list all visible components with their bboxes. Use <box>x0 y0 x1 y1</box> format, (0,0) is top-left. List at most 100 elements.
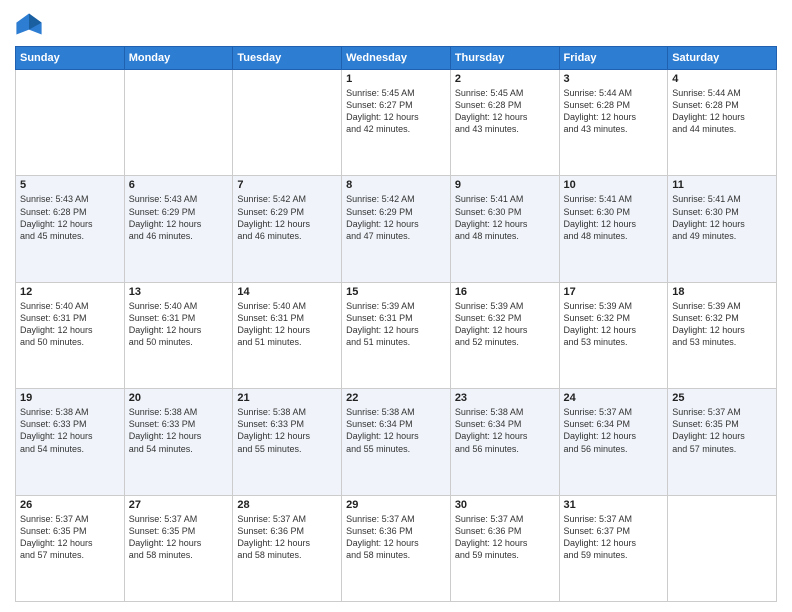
calendar-cell <box>124 70 233 176</box>
day-info: Sunrise: 5:39 AM Sunset: 6:32 PM Dayligh… <box>564 300 664 349</box>
day-info: Sunrise: 5:37 AM Sunset: 6:35 PM Dayligh… <box>20 513 120 562</box>
day-header-sunday: Sunday <box>16 47 125 70</box>
week-row-4: 19 Sunrise: 5:38 AM Sunset: 6:33 PM Dayli… <box>16 389 777 495</box>
calendar-cell: 29Sunrise: 5:37 AM Sunset: 6:36 PM Dayli… <box>342 495 451 601</box>
calendar-cell: 13 Sunrise: 5:40 AM Sunset: 6:31 PM Dayli… <box>124 282 233 388</box>
day-number: 7 <box>237 179 337 191</box>
calendar-cell: 28 Sunrise: 5:37 AM Sunset: 6:36 PM Dayli… <box>233 495 342 601</box>
day-info: Sunrise: 5:43 AM Sunset: 6:29 PM Dayligh… <box>129 193 229 242</box>
day-info: Sunrise: 5:40 AM Sunset: 6:31 PM Dayligh… <box>237 300 337 349</box>
day-header-wednesday: Wednesday <box>342 47 451 70</box>
calendar-body: 1Sunrise: 5:45 AM Sunset: 6:27 PM Daylig… <box>16 70 777 602</box>
day-number: 2 <box>455 73 555 85</box>
calendar-cell: 22 Sunrise: 5:38 AM Sunset: 6:34 PM Dayli… <box>342 389 451 495</box>
day-info: Sunrise: 5:45 AM Sunset: 6:27 PM Dayligh… <box>346 87 446 136</box>
header <box>15 10 777 38</box>
calendar-cell: 9Sunrise: 5:41 AM Sunset: 6:30 PM Daylig… <box>450 176 559 282</box>
day-number: 17 <box>564 286 664 298</box>
day-info: Sunrise: 5:39 AM Sunset: 6:31 PM Dayligh… <box>346 300 446 349</box>
day-info: Sunrise: 5:38 AM Sunset: 6:34 PM Dayligh… <box>346 406 446 455</box>
day-header-friday: Friday <box>559 47 668 70</box>
calendar-cell: 19Sunrise: 5:38 AM Sunset: 6:33 PM Dayli… <box>16 389 125 495</box>
day-info: Sunrise: 5:44 AM Sunset: 6:28 PM Dayligh… <box>672 87 772 136</box>
day-info: Sunrise: 5:41 AM Sunset: 6:30 PM Dayligh… <box>672 193 772 242</box>
calendar-cell <box>668 495 777 601</box>
week-row-3: 12 Sunrise: 5:40 AM Sunset: 6:31 PM Dayli… <box>16 282 777 388</box>
calendar-cell: 6 Sunrise: 5:43 AM Sunset: 6:29 PM Daylig… <box>124 176 233 282</box>
day-info: Sunrise: 5:39 AM Sunset: 6:32 PM Dayligh… <box>672 300 772 349</box>
calendar-cell: 24 Sunrise: 5:37 AM Sunset: 6:34 PM Dayli… <box>559 389 668 495</box>
calendar-cell: 21Sunrise: 5:38 AM Sunset: 6:33 PM Dayli… <box>233 389 342 495</box>
calendar-cell: 3Sunrise: 5:44 AM Sunset: 6:28 PM Daylig… <box>559 70 668 176</box>
day-number: 11 <box>672 179 772 191</box>
calendar-cell: 4 Sunrise: 5:44 AM Sunset: 6:28 PM Daylig… <box>668 70 777 176</box>
day-number: 18 <box>672 286 772 298</box>
day-number: 22 <box>346 392 446 404</box>
day-info: Sunrise: 5:45 AM Sunset: 6:28 PM Dayligh… <box>455 87 555 136</box>
day-number: 3 <box>564 73 664 85</box>
calendar-cell: 23Sunrise: 5:38 AM Sunset: 6:34 PM Dayli… <box>450 389 559 495</box>
day-info: Sunrise: 5:40 AM Sunset: 6:31 PM Dayligh… <box>20 300 120 349</box>
day-header-thursday: Thursday <box>450 47 559 70</box>
day-number: 6 <box>129 179 229 191</box>
calendar-cell <box>16 70 125 176</box>
logo-icon <box>15 10 43 38</box>
calendar-cell <box>233 70 342 176</box>
calendar-cell: 25 Sunrise: 5:37 AM Sunset: 6:35 PM Dayli… <box>668 389 777 495</box>
day-number: 13 <box>129 286 229 298</box>
calendar-cell: 31 Sunrise: 5:37 AM Sunset: 6:37 PM Dayli… <box>559 495 668 601</box>
logo <box>15 10 47 38</box>
day-number: 4 <box>672 73 772 85</box>
day-info: Sunrise: 5:37 AM Sunset: 6:36 PM Dayligh… <box>455 513 555 562</box>
day-info: Sunrise: 5:41 AM Sunset: 6:30 PM Dayligh… <box>455 193 555 242</box>
calendar-cell: 1Sunrise: 5:45 AM Sunset: 6:27 PM Daylig… <box>342 70 451 176</box>
day-number: 14 <box>237 286 337 298</box>
day-number: 30 <box>455 499 555 511</box>
day-info: Sunrise: 5:37 AM Sunset: 6:37 PM Dayligh… <box>564 513 664 562</box>
calendar-cell: 15 Sunrise: 5:39 AM Sunset: 6:31 PM Dayli… <box>342 282 451 388</box>
calendar-cell: 26 Sunrise: 5:37 AM Sunset: 6:35 PM Dayli… <box>16 495 125 601</box>
day-number: 31 <box>564 499 664 511</box>
page: SundayMondayTuesdayWednesdayThursdayFrid… <box>0 0 792 612</box>
day-info: Sunrise: 5:37 AM Sunset: 6:36 PM Dayligh… <box>237 513 337 562</box>
calendar-cell: 16Sunrise: 5:39 AM Sunset: 6:32 PM Dayli… <box>450 282 559 388</box>
calendar-cell: 11 Sunrise: 5:41 AM Sunset: 6:30 PM Dayli… <box>668 176 777 282</box>
calendar-cell: 2 Sunrise: 5:45 AM Sunset: 6:28 PM Daylig… <box>450 70 559 176</box>
calendar-header-row: SundayMondayTuesdayWednesdayThursdayFrid… <box>16 47 777 70</box>
calendar-cell: 7 Sunrise: 5:42 AM Sunset: 6:29 PM Daylig… <box>233 176 342 282</box>
day-info: Sunrise: 5:42 AM Sunset: 6:29 PM Dayligh… <box>346 193 446 242</box>
day-number: 8 <box>346 179 446 191</box>
calendar-cell: 27 Sunrise: 5:37 AM Sunset: 6:35 PM Dayli… <box>124 495 233 601</box>
day-number: 5 <box>20 179 120 191</box>
day-info: Sunrise: 5:37 AM Sunset: 6:35 PM Dayligh… <box>129 513 229 562</box>
day-number: 27 <box>129 499 229 511</box>
day-number: 20 <box>129 392 229 404</box>
calendar-cell: 17 Sunrise: 5:39 AM Sunset: 6:32 PM Dayli… <box>559 282 668 388</box>
day-number: 24 <box>564 392 664 404</box>
calendar-cell: 30 Sunrise: 5:37 AM Sunset: 6:36 PM Dayli… <box>450 495 559 601</box>
day-number: 15 <box>346 286 446 298</box>
day-info: Sunrise: 5:40 AM Sunset: 6:31 PM Dayligh… <box>129 300 229 349</box>
day-info: Sunrise: 5:37 AM Sunset: 6:35 PM Dayligh… <box>672 406 772 455</box>
week-row-2: 5Sunrise: 5:43 AM Sunset: 6:28 PM Daylig… <box>16 176 777 282</box>
day-number: 12 <box>20 286 120 298</box>
day-number: 21 <box>237 392 337 404</box>
day-number: 25 <box>672 392 772 404</box>
calendar-cell: 18 Sunrise: 5:39 AM Sunset: 6:32 PM Dayli… <box>668 282 777 388</box>
day-number: 10 <box>564 179 664 191</box>
day-header-tuesday: Tuesday <box>233 47 342 70</box>
day-info: Sunrise: 5:39 AM Sunset: 6:32 PM Dayligh… <box>455 300 555 349</box>
day-number: 19 <box>20 392 120 404</box>
day-info: Sunrise: 5:42 AM Sunset: 6:29 PM Dayligh… <box>237 193 337 242</box>
day-info: Sunrise: 5:37 AM Sunset: 6:36 PM Dayligh… <box>346 513 446 562</box>
day-number: 28 <box>237 499 337 511</box>
calendar-cell: 10 Sunrise: 5:41 AM Sunset: 6:30 PM Dayli… <box>559 176 668 282</box>
day-info: Sunrise: 5:41 AM Sunset: 6:30 PM Dayligh… <box>564 193 664 242</box>
calendar: SundayMondayTuesdayWednesdayThursdayFrid… <box>15 46 777 602</box>
day-number: 26 <box>20 499 120 511</box>
day-info: Sunrise: 5:38 AM Sunset: 6:33 PM Dayligh… <box>129 406 229 455</box>
calendar-cell: 5Sunrise: 5:43 AM Sunset: 6:28 PM Daylig… <box>16 176 125 282</box>
day-header-monday: Monday <box>124 47 233 70</box>
calendar-cell: 12 Sunrise: 5:40 AM Sunset: 6:31 PM Dayli… <box>16 282 125 388</box>
day-info: Sunrise: 5:37 AM Sunset: 6:34 PM Dayligh… <box>564 406 664 455</box>
